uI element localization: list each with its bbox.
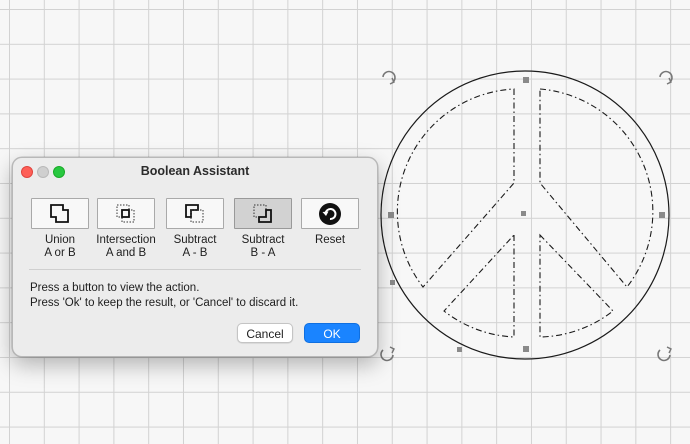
rotate-icon-top-right [659, 70, 673, 85]
subtract-b-a-label-line1: Subtract [241, 234, 285, 246]
divider [29, 269, 361, 270]
rotate-icon-bottom-left [380, 346, 395, 362]
intersection-icon [116, 204, 135, 222]
top-left-segment [396, 88, 515, 288]
handle-right [659, 212, 665, 218]
selection-handles [388, 77, 665, 352]
subtract-a-b-label-line1: Subtract [173, 234, 217, 246]
rotate-icon-bottom-right [657, 346, 672, 362]
bottom-right-segment [539, 233, 614, 338]
subtract-a-b-label-line2: A - B [182, 247, 208, 259]
subtract-b-a-icon [253, 204, 272, 223]
intersection-label-line1: Intersection [96, 234, 156, 246]
dialog-title: Boolean Assistant [140, 164, 250, 178]
reset-label: Reset [314, 234, 346, 246]
subtract-a-b-button[interactable] [166, 198, 224, 229]
subtract-a-b-icon [185, 203, 204, 222]
handle-left [388, 212, 394, 218]
union-label-line1: Union [44, 234, 76, 246]
boolean-assistant-dialog: Boolean Assistant Union A or B Intersect… [12, 157, 378, 357]
intersection-button[interactable] [97, 198, 155, 229]
cancel-button[interactable]: Cancel [237, 323, 293, 343]
handle-mid-left [390, 280, 395, 285]
union-icon [50, 203, 69, 223]
subtract-b-a-label-line2: B - A [250, 247, 276, 259]
instruction-text-1: Press a button to view the action. [30, 282, 200, 294]
handle-top [523, 77, 529, 83]
union-button[interactable] [31, 198, 89, 229]
bottom-left-segment [443, 233, 515, 338]
reset-button[interactable] [301, 198, 359, 229]
reset-tool[interactable]: Reset [300, 198, 360, 247]
rotate-icon-top-left [382, 70, 396, 85]
handle-center [521, 211, 526, 216]
ok-button[interactable]: OK [304, 323, 360, 343]
handle-bottom [523, 346, 529, 352]
union-tool[interactable]: Union A or B [30, 198, 90, 260]
reset-icon [319, 202, 341, 225]
top-right-segment [539, 88, 654, 288]
union-label-line2: A or B [44, 247, 76, 259]
title-bar[interactable]: Boolean Assistant [13, 158, 377, 184]
intersection-label-line2: A and B [105, 247, 147, 259]
instruction-text-2: Press 'Ok' to keep the result, or 'Cance… [30, 297, 299, 309]
subtract-a-b-tool[interactable]: Subtract A - B [165, 198, 225, 260]
subtract-b-a-button[interactable] [234, 198, 292, 229]
handle-bottom-left [457, 347, 462, 352]
subtract-b-a-tool[interactable]: Subtract B - A [233, 198, 293, 260]
intersection-tool[interactable]: Intersection A and B [96, 198, 156, 260]
